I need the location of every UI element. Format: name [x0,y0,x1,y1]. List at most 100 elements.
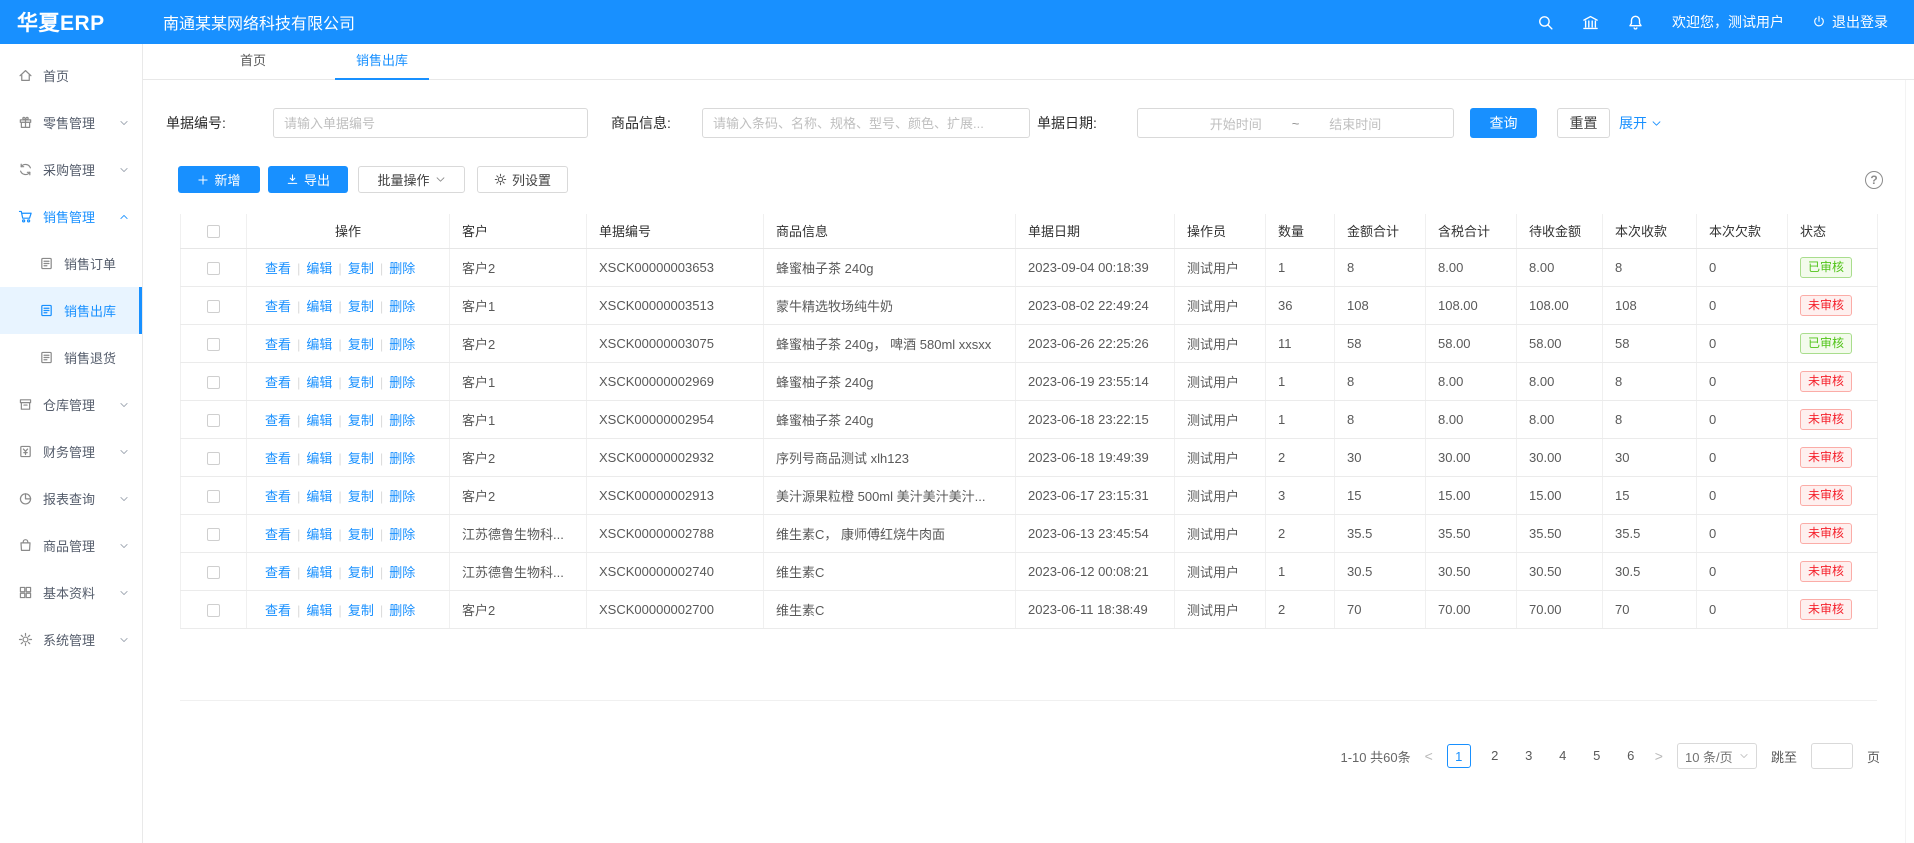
sidebar-item-sales-return[interactable]: 销售退货 [0,334,142,381]
action-view[interactable]: 查看 [265,375,291,390]
row-checkbox[interactable] [207,452,220,465]
platform-icon[interactable] [1582,14,1599,31]
cell-customer: 客户2 [450,438,587,476]
action-view[interactable]: 查看 [265,565,291,580]
page-number-current[interactable]: 1 [1447,744,1471,768]
action-edit[interactable]: 编辑 [306,451,332,466]
bell-icon[interactable] [1627,14,1644,31]
sidebar-item-sales[interactable]: 销售管理 [0,193,142,240]
sidebar-item-sales-order[interactable]: 销售订单 [0,240,142,287]
sidebar-item-product[interactable]: 商品管理 [0,522,142,569]
prev-page-button[interactable]: < [1425,748,1433,764]
action-view[interactable]: 查看 [265,489,291,504]
action-view[interactable]: 查看 [265,527,291,542]
action-delete[interactable]: 删除 [389,451,415,466]
purchase-icon [18,162,34,178]
action-copy[interactable]: 复制 [348,451,374,466]
action-delete[interactable]: 删除 [389,375,415,390]
cell-operator: 测试用户 [1175,438,1266,476]
action-copy[interactable]: 复制 [348,527,374,542]
date-range-input[interactable]: 开始时间 ~ 结束时间 [1137,108,1454,138]
action-view[interactable]: 查看 [265,451,291,466]
bill-no-input[interactable] [273,108,588,138]
tab-sales-outbound[interactable]: 销售出库 [335,44,429,80]
action-view[interactable]: 查看 [265,413,291,428]
sidebar-item-home[interactable]: 首页 [0,52,142,99]
action-delete[interactable]: 删除 [389,603,415,618]
cell-operator: 测试用户 [1175,552,1266,590]
action-delete[interactable]: 删除 [389,527,415,542]
cell-status: 已审核 [1788,248,1878,286]
action-copy[interactable]: 复制 [348,603,374,618]
row-checkbox[interactable] [207,338,220,351]
action-copy[interactable]: 复制 [348,375,374,390]
action-delete[interactable]: 删除 [389,565,415,580]
sidebar-item-report[interactable]: 报表查询 [0,475,142,522]
cell-amount-total: 70 [1335,590,1426,628]
action-view[interactable]: 查看 [265,299,291,314]
sidebar-item-retail[interactable]: 零售管理 [0,99,142,146]
row-checkbox[interactable] [207,566,220,579]
sidebar-item-warehouse[interactable]: 仓库管理 [0,381,142,428]
logout-button[interactable]: 退出登录 [1812,12,1888,32]
action-copy[interactable]: 复制 [348,489,374,504]
action-edit[interactable]: 编辑 [306,261,332,276]
action-edit[interactable]: 编辑 [306,337,332,352]
action-view[interactable]: 查看 [265,603,291,618]
action-copy[interactable]: 复制 [348,261,374,276]
help-button[interactable]: ? [1865,171,1883,189]
page-number[interactable]: 4 [1553,744,1573,768]
sidebar-item-system[interactable]: 系统管理 [0,616,142,663]
action-copy[interactable]: 复制 [348,337,374,352]
action-edit[interactable]: 编辑 [306,603,332,618]
row-checkbox[interactable] [207,300,220,313]
row-checkbox[interactable] [207,414,220,427]
page-size-select[interactable]: 10 条/页 [1677,743,1757,769]
action-delete[interactable]: 删除 [389,299,415,314]
row-checkbox[interactable] [207,376,220,389]
action-view[interactable]: 查看 [265,337,291,352]
column-settings-button[interactable]: 列设置 [477,166,568,193]
product-info-input[interactable] [702,108,1030,138]
action-delete[interactable]: 删除 [389,261,415,276]
table-row: 查看|编辑|复制|删除客户1XSCK00000002954蜂蜜柚子茶 240g2… [181,400,1878,438]
select-all-checkbox[interactable] [207,225,220,238]
cell-bill-no: XSCK00000002740 [587,552,764,590]
action-edit[interactable]: 编辑 [306,375,332,390]
action-edit[interactable]: 编辑 [306,489,332,504]
sidebar-item-purchase[interactable]: 采购管理 [0,146,142,193]
action-delete[interactable]: 删除 [389,413,415,428]
reset-button[interactable]: 重置 [1557,108,1610,138]
action-copy[interactable]: 复制 [348,413,374,428]
row-checkbox[interactable] [207,490,220,503]
sidebar-item-basic[interactable]: 基本资料 [0,569,142,616]
row-checkbox[interactable] [207,604,220,617]
sidebar-item-finance[interactable]: 财务管理 [0,428,142,475]
tab-home[interactable]: 首页 [229,44,277,80]
page-number[interactable]: 2 [1485,744,1505,768]
action-copy[interactable]: 复制 [348,299,374,314]
action-delete[interactable]: 删除 [389,337,415,352]
action-edit[interactable]: 编辑 [306,299,332,314]
next-page-button[interactable]: > [1655,748,1663,764]
row-checkbox[interactable] [207,262,220,275]
add-button[interactable]: 新增 [178,166,260,193]
action-edit[interactable]: 编辑 [306,413,332,428]
action-delete[interactable]: 删除 [389,489,415,504]
search-icon[interactable] [1537,14,1554,31]
action-edit[interactable]: 编辑 [306,527,332,542]
export-button[interactable]: 导出 [268,166,348,193]
action-view[interactable]: 查看 [265,261,291,276]
cell-tax-total: 70.00 [1426,590,1517,628]
expand-link[interactable]: 展开 [1619,108,1662,138]
search-button[interactable]: 查询 [1470,108,1537,138]
jump-page-input[interactable] [1811,743,1853,769]
page-number[interactable]: 6 [1621,744,1641,768]
action-edit[interactable]: 编辑 [306,565,332,580]
batch-actions-button[interactable]: 批量操作 [358,166,465,193]
row-checkbox[interactable] [207,528,220,541]
action-copy[interactable]: 复制 [348,565,374,580]
page-number[interactable]: 3 [1519,744,1539,768]
page-number[interactable]: 5 [1587,744,1607,768]
sidebar-item-sales-outbound[interactable]: 销售出库 [0,287,142,334]
